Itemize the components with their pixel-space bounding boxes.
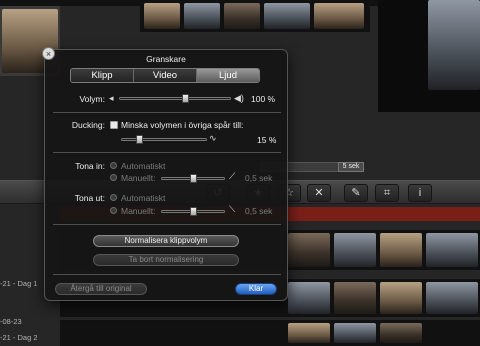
fade-out-curve-icon: ⟍ bbox=[229, 204, 236, 214]
panel-title: Granskare bbox=[146, 54, 186, 64]
event-label[interactable]: -08-23 bbox=[0, 317, 62, 326]
divider bbox=[53, 152, 281, 153]
fade-in-label: Tona in: bbox=[75, 161, 105, 171]
fade-out-manual-radio[interactable] bbox=[110, 207, 117, 214]
tab-video[interactable]: Video bbox=[134, 69, 197, 82]
microphone-icon[interactable]: ✎ bbox=[344, 184, 368, 202]
divider bbox=[53, 112, 281, 113]
ducking-label: Ducking: bbox=[71, 120, 105, 130]
normalize-button[interactable]: Normalisera klippvolym bbox=[93, 235, 239, 247]
fade-in-auto-label: Automatiskt bbox=[121, 161, 166, 171]
info-icon[interactable]: i bbox=[408, 184, 432, 202]
event-label[interactable]: -21 - Dag 2 bbox=[0, 333, 62, 342]
volume-label: Volym: bbox=[79, 94, 105, 104]
revert-to-original-button[interactable]: Återgå till original bbox=[55, 283, 147, 295]
tab-clip[interactable]: Klipp bbox=[71, 69, 134, 82]
ducking-slider-knob[interactable] bbox=[136, 135, 143, 144]
ducking-value: 15 % bbox=[257, 135, 277, 145]
done-button[interactable]: Klar bbox=[235, 283, 277, 295]
ducking-slider[interactable] bbox=[121, 135, 207, 144]
fade-in-slider[interactable] bbox=[161, 174, 225, 183]
fade-in-manual-radio[interactable] bbox=[110, 174, 117, 181]
inspector-tabs: Klipp Video Ljud bbox=[70, 68, 260, 83]
fade-out-auto-radio[interactable] bbox=[110, 194, 117, 201]
divider bbox=[53, 224, 281, 225]
ducking-checkbox[interactable] bbox=[110, 121, 118, 129]
fade-in-auto-radio[interactable] bbox=[110, 162, 117, 169]
fade-out-value: 0,5 sek bbox=[245, 206, 273, 216]
fade-in-manual-label: Manuellt: bbox=[121, 173, 156, 183]
ducking-checkbox-label: Minska volymen i övriga spår till: bbox=[121, 120, 244, 130]
imovie-window: 5 sek ↺ ★ ☆ ✕ ✎ ⌗ i -21 - Dag 1 -08-23 -… bbox=[0, 0, 480, 346]
fade-out-slider-knob[interactable] bbox=[190, 207, 197, 216]
speaker-low-icon: ◂ bbox=[109, 93, 114, 103]
fade-in-value: 0,5 sek bbox=[245, 173, 273, 183]
volume-value: 100 % bbox=[251, 94, 276, 104]
tab-audio[interactable]: Ljud bbox=[197, 69, 259, 82]
speaker-high-icon: ◀) bbox=[234, 93, 244, 103]
film-strip[interactable] bbox=[60, 320, 480, 346]
fade-in-slider-knob[interactable] bbox=[190, 174, 197, 183]
ducking-curve-icon: ∿ bbox=[209, 133, 217, 143]
volume-slider[interactable] bbox=[119, 94, 231, 103]
fade-out-auto-label: Automatiskt bbox=[121, 193, 166, 203]
divider bbox=[53, 274, 281, 275]
film-strip[interactable] bbox=[140, 0, 370, 32]
reject-icon[interactable]: ✕ bbox=[307, 184, 331, 202]
fade-out-label: Tona ut: bbox=[74, 193, 105, 203]
crop-icon[interactable]: ⌗ bbox=[375, 184, 399, 202]
remove-normalization-button[interactable]: Ta bort normalisering bbox=[93, 254, 239, 266]
fade-out-slider[interactable] bbox=[161, 207, 225, 216]
inspector-panel: × Granskare Klipp Video Ljud Volym: ◂ ◀)… bbox=[42, 47, 288, 301]
volume-slider-knob[interactable] bbox=[182, 94, 189, 103]
viewer-panel bbox=[378, 0, 480, 112]
fade-in-curve-icon: ⟋ bbox=[229, 171, 236, 181]
zoom-value: 5 sek bbox=[338, 162, 364, 172]
fade-out-manual-label: Manuellt: bbox=[121, 206, 156, 216]
